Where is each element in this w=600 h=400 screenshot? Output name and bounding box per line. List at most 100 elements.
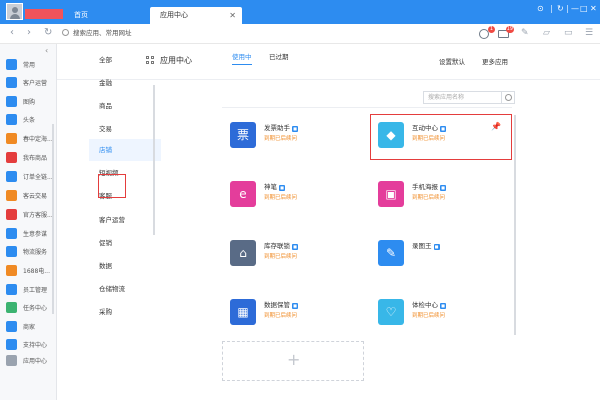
- tab-expired[interactable]: 已过期: [269, 50, 289, 64]
- sidebar-item-label: 订单全链...: [23, 174, 53, 181]
- flag-icon: ■: [440, 185, 446, 191]
- sidebar-item[interactable]: 常用: [0, 56, 57, 74]
- notification-icon[interactable]: 1: [479, 26, 495, 39]
- window-icon[interactable]: ▭: [564, 28, 573, 39]
- category-item[interactable]: 金融: [89, 72, 161, 94]
- forward-icon[interactable]: ›: [27, 27, 31, 39]
- sidebar-item-icon: [6, 190, 17, 201]
- sidebar-item-icon: [6, 302, 17, 313]
- sidebar-item[interactable]: 订单全链...: [0, 168, 57, 186]
- category-item[interactable]: 交易: [89, 118, 161, 140]
- sidebar-item[interactable]: 物流服务: [0, 243, 57, 261]
- sidebar-item-icon: [6, 114, 17, 125]
- maximize-icon[interactable]: □: [580, 4, 588, 14]
- category-item[interactable]: 采购: [89, 301, 161, 323]
- app-name: 手机海报 ■: [412, 183, 446, 191]
- sidebar-item[interactable]: 春中定海...: [0, 130, 57, 148]
- flag-icon: ■: [292, 244, 298, 250]
- active-category-highlight: [98, 174, 126, 198]
- sidebar-item-label: 支持中心: [23, 342, 48, 349]
- category-item[interactable]: 促销: [89, 232, 161, 254]
- app-card[interactable]: e 神笔 ■ 到期已后续问: [222, 173, 362, 223]
- app-card[interactable]: ♡ 体检中心 ■ 到期已后续问: [370, 291, 510, 341]
- app-name: 库存联锁 ■: [264, 242, 298, 250]
- sidebar-item-icon: [6, 228, 17, 239]
- category-scrollbar[interactable]: [153, 85, 155, 235]
- category-item[interactable]: 仓储物流: [89, 278, 161, 300]
- app-card[interactable]: ▣ 手机海报 ■ 到期已后续问: [370, 173, 510, 223]
- app-status: 到期已后续问: [412, 313, 446, 319]
- sidebar-item-icon: [6, 284, 17, 295]
- sidebar-item-icon: [6, 77, 17, 88]
- sidebar-item[interactable]: 员工管理: [0, 281, 57, 299]
- category-item[interactable]: 店铺: [89, 139, 161, 161]
- edit-icon[interactable]: ▱: [543, 28, 550, 39]
- app-card[interactable]: ▦ 数据保管 ■ 到期已后续问: [222, 291, 362, 341]
- sidebar-item-icon: [6, 96, 17, 107]
- more-apps-link[interactable]: 更多应用: [482, 56, 508, 66]
- app-icon: ⌂: [230, 240, 256, 266]
- username-redacted: [25, 9, 63, 19]
- sidebar-item[interactable]: 我布商品: [0, 149, 57, 167]
- app-icon: e: [230, 181, 256, 207]
- tab-app-center-label: 应用中心: [160, 11, 188, 19]
- sidebar-item-icon: [6, 246, 17, 257]
- sidebar-item[interactable]: 1688电...: [0, 262, 57, 280]
- app-card[interactable]: ✎ 录图王 ■: [370, 232, 510, 282]
- app-card[interactable]: ⌂ 库存联锁 ■ 到期已后续问: [222, 232, 362, 282]
- app-status: 到期已后续问: [264, 136, 298, 142]
- tab-in-use[interactable]: 使用中: [232, 50, 252, 65]
- sidebar-item[interactable]: 任务中心: [0, 299, 57, 317]
- apps-scrollbar[interactable]: [514, 115, 516, 335]
- notification-count: 1: [488, 26, 495, 33]
- app-name: 神笔 ■: [264, 183, 285, 191]
- refresh-icon[interactable]: ↻: [557, 4, 564, 14]
- message-count: 19: [505, 26, 514, 33]
- app-name: 体检中心 ■: [412, 301, 446, 309]
- app-icon: ♡: [378, 299, 404, 325]
- tab-home[interactable]: 首页: [64, 7, 146, 24]
- sidebar-item-label: 我布商品: [23, 155, 48, 162]
- window-close-icon[interactable]: ✕: [590, 4, 597, 14]
- app-icon: ▦: [230, 299, 256, 325]
- collapse-icon[interactable]: ‹: [45, 46, 48, 55]
- app-card[interactable]: 票发票助手 ■ 到期已后续问: [222, 114, 362, 164]
- category-item[interactable]: 数据: [89, 255, 161, 277]
- search-icon: [62, 29, 69, 36]
- minimize-icon[interactable]: —: [571, 4, 579, 14]
- avatar[interactable]: [6, 3, 23, 20]
- category-item[interactable]: 商品: [89, 95, 161, 117]
- sidebar-item[interactable]: 客云交易: [0, 187, 57, 205]
- close-icon[interactable]: ✕: [229, 7, 236, 24]
- pin-icon[interactable]: ✎: [521, 28, 529, 39]
- sidebar-item-app-center[interactable]: 应用中心: [0, 352, 57, 370]
- sidebar-scrollbar[interactable]: [52, 124, 54, 314]
- plus-icon: +: [287, 350, 301, 369]
- sidebar-item[interactable]: 生意参谋: [0, 225, 57, 243]
- tab-home-label: 首页: [74, 11, 88, 19]
- sidebar-item[interactable]: 商家: [0, 318, 57, 336]
- app-search-input[interactable]: 搜索应用名称: [423, 91, 515, 104]
- tab-app-center[interactable]: 应用中心 ✕: [150, 7, 242, 24]
- sidebar-item[interactable]: 图购: [0, 93, 57, 111]
- sidebar-item[interactable]: 头条: [0, 111, 57, 129]
- clock-icon[interactable]: ⊙: [537, 4, 544, 14]
- menu-icon[interactable]: ☰: [585, 28, 593, 39]
- add-app-button[interactable]: +: [222, 341, 364, 381]
- sidebar-item[interactable]: 客户运营: [0, 74, 57, 92]
- sidebar-item-label: 员工管理: [23, 287, 48, 294]
- category-item[interactable]: 全部: [89, 49, 161, 71]
- app-name: 数据保管 ■: [264, 301, 298, 309]
- category-item[interactable]: 客户运营: [89, 209, 161, 231]
- reload-icon[interactable]: ↻: [44, 27, 52, 39]
- sidebar-item-icon: [6, 321, 17, 332]
- sidebar-item-icon: [6, 133, 17, 144]
- back-icon[interactable]: ‹: [10, 27, 14, 39]
- sidebar-item-label: 物流服务: [23, 249, 48, 256]
- sidebar-item-label: 任务中心: [23, 305, 48, 312]
- sidebar-item[interactable]: 官方客服...: [0, 206, 57, 224]
- sidebar-footer-label: 应用中心: [23, 358, 48, 365]
- message-icon[interactable]: 19: [498, 26, 514, 39]
- app-status: 到期已后续问: [264, 195, 298, 201]
- search-icon[interactable]: [501, 92, 514, 103]
